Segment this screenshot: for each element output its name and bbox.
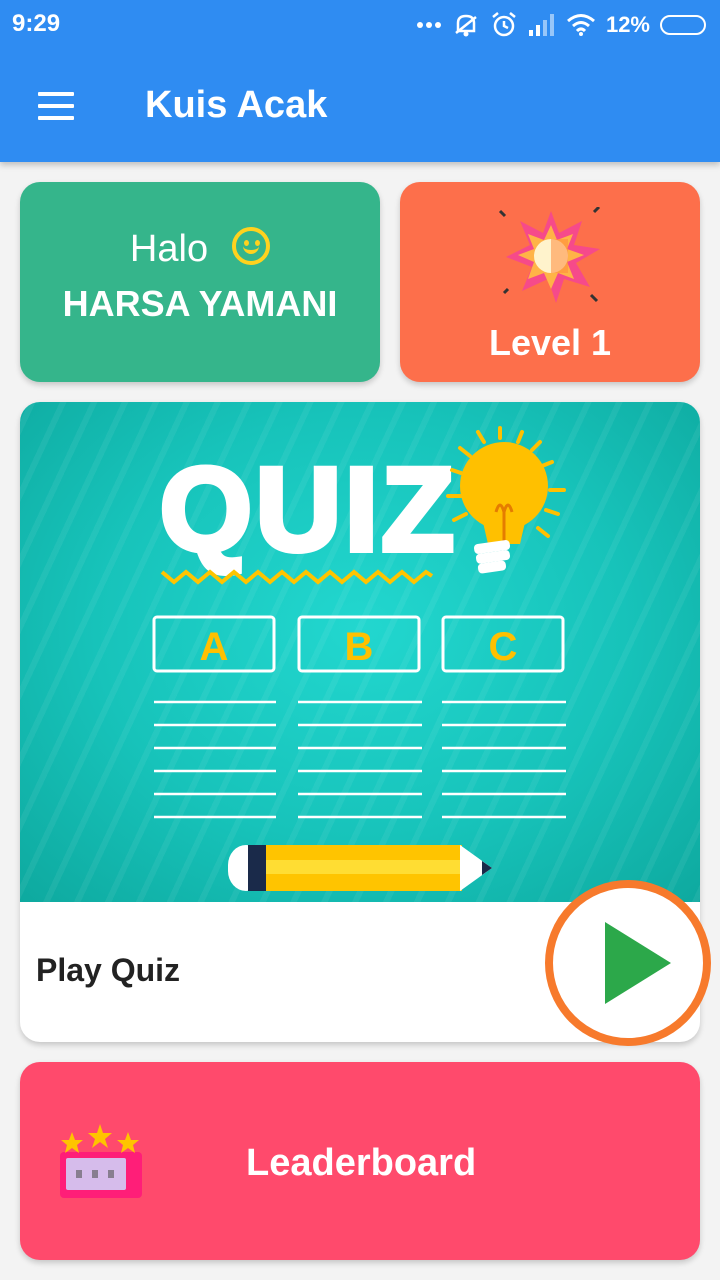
dots-icon: [416, 22, 441, 28]
leaderboard-label: Leaderboard: [246, 1142, 477, 1184]
burst-star-icon: [498, 207, 601, 303]
greeting-text: Halo: [129, 228, 209, 270]
mute-icon: [455, 14, 477, 37]
alarm-icon: [492, 12, 516, 37]
option-b-label: B: [345, 625, 374, 669]
level-label: Level 1: [488, 322, 612, 363]
quiz-banner-illustration: QUIZ A B C: [20, 402, 700, 902]
level-card[interactable]: Level 1: [400, 182, 700, 382]
user-name: HARSA YAMANI: [62, 283, 338, 324]
play-quiz-label: Play Quiz: [36, 952, 181, 988]
status-bar: 9:29 12%: [0, 0, 720, 50]
app-bar: 9:29 12% Kuis Acak: [0, 0, 720, 162]
option-a-label: A: [200, 625, 229, 669]
option-c-label: C: [489, 625, 518, 669]
greeting-card: Halo HARSA YAMANI: [20, 182, 380, 382]
status-icons: 12%: [416, 8, 706, 42]
page-title: Kuis Acak: [145, 84, 328, 126]
quiz-artwork: QUIZ A B C: [152, 426, 566, 891]
greeting-line: Halo: [20, 227, 380, 271]
play-button[interactable]: [545, 880, 711, 1046]
status-time: 9:29: [12, 10, 61, 37]
hamburger-menu-icon[interactable]: [32, 86, 78, 126]
trophy-stars-icon: [60, 1124, 142, 1198]
pencil-icon: [228, 845, 492, 891]
signal-icon: [528, 14, 554, 36]
battery-percent: 12%: [605, 12, 650, 37]
leaderboard-button[interactable]: Leaderboard: [20, 1062, 700, 1260]
smiley-icon: [232, 227, 271, 265]
quiz-title-text: QUIZ: [160, 444, 458, 576]
battery-icon: [660, 15, 706, 35]
play-icon: [605, 922, 671, 1004]
wifi-icon: [566, 14, 595, 36]
lightbulb-icon: [446, 426, 566, 574]
